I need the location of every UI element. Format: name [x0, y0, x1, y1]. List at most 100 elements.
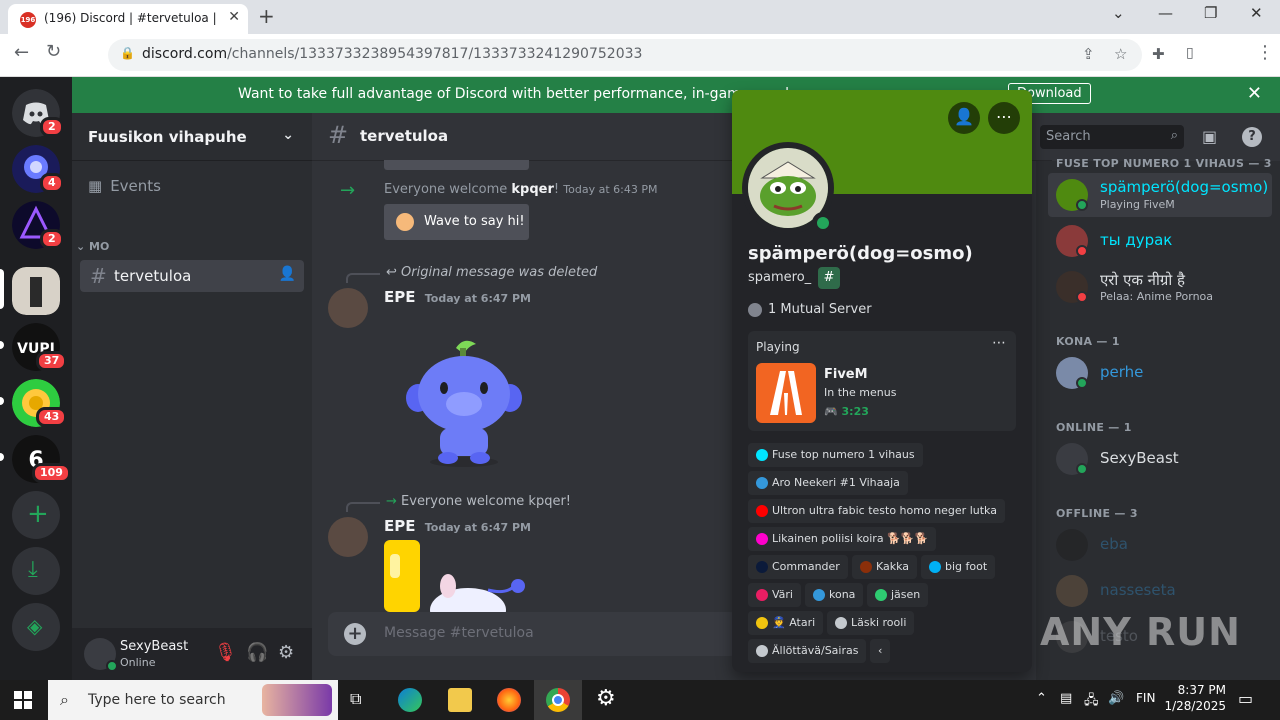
- role-chip[interactable]: Ultron ultra fabic testo homo neger lutk…: [748, 499, 1005, 523]
- server-icon-selected[interactable]: [12, 267, 60, 315]
- download-apps-button[interactable]: ⤓: [12, 547, 60, 595]
- member-item[interactable]: nasseseta: [1048, 569, 1272, 613]
- hashtag-badge-icon[interactable]: #: [818, 267, 840, 289]
- role-chip[interactable]: Likainen poliisi koira 🐕🐕🐕: [748, 527, 937, 551]
- category-header[interactable]: ⌄ MO: [76, 240, 109, 253]
- reply-preview[interactable]: → Everyone welcome kpqer!: [386, 494, 571, 509]
- file-explorer-icon[interactable]: [448, 688, 472, 712]
- member-item[interactable]: ты дурак: [1048, 219, 1272, 263]
- edge-icon[interactable]: [398, 688, 422, 712]
- search-input[interactable]: Search ⌕: [1040, 125, 1184, 149]
- bookmark-star-icon[interactable]: ☆: [1114, 45, 1127, 63]
- hash-icon: #: [328, 121, 349, 149]
- message-input-placeholder: Message #tervetuloa: [384, 625, 534, 641]
- member-item[interactable]: एरो एक नीग्रो है Pelaa: Anime Pornoa: [1048, 265, 1272, 309]
- message-author[interactable]: EPE Today at 6:47 PM: [384, 517, 531, 535]
- member-item[interactable]: spämperö(dog=osmo) Playing FiveM: [1048, 173, 1272, 217]
- mutual-servers[interactable]: 1 Mutual Server: [748, 302, 872, 317]
- role-chip[interactable]: Väri: [748, 583, 801, 607]
- server-icon[interactable]: 43: [12, 379, 68, 427]
- welcome-user[interactable]: kpqer: [511, 182, 554, 197]
- invite-member-icon[interactable]: 👤: [279, 266, 296, 282]
- events-item[interactable]: ▦ Events: [88, 177, 161, 195]
- notifications-icon[interactable]: ▭: [1238, 689, 1253, 708]
- close-tab-icon[interactable]: ✕: [228, 9, 240, 25]
- add-friend-icon[interactable]: 👤: [948, 102, 980, 134]
- more-options-icon[interactable]: ⋯: [992, 335, 1006, 351]
- server-icon[interactable]: 4: [12, 145, 64, 193]
- add-attachment-icon[interactable]: +: [344, 623, 366, 645]
- profile-avatar[interactable]: [742, 142, 834, 234]
- address-bar[interactable]: 🔒 discord.com/channels/13337332389543978…: [108, 39, 1142, 71]
- role-chip[interactable]: big foot: [921, 555, 996, 579]
- tab-title: (196) Discord | #tervetuloa | Fuusikon v…: [44, 11, 219, 25]
- chrome-menu-icon[interactable]: ⋮: [1256, 42, 1274, 63]
- extensions-icon[interactable]: ✚: [1152, 45, 1165, 63]
- network-icon[interactable]: 🖧: [1084, 691, 1099, 713]
- tray-chevron-icon[interactable]: ⌃: [1036, 691, 1047, 706]
- windows-start-icon[interactable]: [14, 691, 32, 709]
- role-chip[interactable]: kona: [805, 583, 864, 607]
- role-chip[interactable]: 👮 Atari: [748, 611, 824, 635]
- add-server-button[interactable]: +: [12, 491, 60, 539]
- help-icon[interactable]: ?: [1242, 127, 1262, 147]
- avatar[interactable]: [328, 517, 368, 557]
- new-tab-icon[interactable]: +: [258, 4, 275, 28]
- network-device-icon[interactable]: ▤: [1060, 691, 1072, 706]
- member-item[interactable]: eba: [1048, 523, 1272, 567]
- settings-gear-icon[interactable]: ⚙: [278, 642, 294, 663]
- role-chip[interactable]: Läski rooli: [827, 611, 915, 635]
- wave-button[interactable]: Wave to say hi!: [384, 204, 529, 240]
- reload-icon[interactable]: ↻: [46, 41, 61, 62]
- member-item[interactable]: SexyBeast: [1048, 437, 1272, 481]
- message-composer[interactable]: + Message #tervetuloa: [328, 612, 738, 656]
- close-window-icon[interactable]: ✕: [1250, 4, 1263, 22]
- member-item[interactable]: perhe: [1048, 351, 1272, 395]
- task-view-icon[interactable]: ⧉: [350, 689, 361, 709]
- volume-icon[interactable]: 🔊: [1108, 691, 1124, 706]
- windows-taskbar: ⌕ Type here to search ⧉ ⚙ ⌃ ▤ 🖧 🔊 FIN 8:…: [0, 680, 1280, 720]
- role-chip[interactable]: Kakka: [852, 555, 918, 579]
- wumpus-sticker[interactable]: [404, 336, 524, 468]
- explore-servers-button[interactable]: ◈: [12, 603, 60, 651]
- taskbar-search-input[interactable]: ⌕ Type here to search: [48, 680, 338, 720]
- tab-search-icon[interactable]: ⌄: [1112, 4, 1125, 22]
- share-icon[interactable]: ⇪: [1082, 45, 1095, 63]
- firefox-icon[interactable]: [497, 688, 521, 712]
- muted-microphone-icon[interactable]: 🎙: [214, 642, 237, 663]
- server-icon[interactable]: 6 109: [12, 435, 71, 483]
- reply-preview[interactable]: ↩ Original message was deleted: [386, 265, 597, 280]
- collapse-roles-icon[interactable]: ‹: [870, 639, 891, 663]
- channel-item-selected[interactable]: # tervetuloa 👤: [80, 260, 304, 292]
- member-name: एरो एक नीग्रो है: [1100, 271, 1185, 289]
- role-color-dot: [813, 589, 825, 601]
- restore-icon[interactable]: ❐: [1204, 4, 1217, 22]
- server-icon[interactable]: 2: [12, 201, 64, 249]
- direct-messages-button[interactable]: 2: [12, 89, 64, 137]
- browser-tab[interactable]: 196 (196) Discord | #tervetuloa | Fuusik…: [8, 4, 248, 34]
- side-panel-icon[interactable]: ▯: [1186, 45, 1194, 61]
- message-author[interactable]: EPE Today at 6:47 PM: [384, 288, 531, 306]
- server-icon[interactable]: VUPI 37: [12, 323, 68, 371]
- role-chip[interactable]: Ällöttävä/Sairas: [748, 639, 867, 663]
- role-chip[interactable]: Commander: [748, 555, 848, 579]
- avatar[interactable]: [328, 288, 368, 328]
- settings-gear-icon[interactable]: ⚙: [596, 686, 616, 711]
- close-banner-icon[interactable]: ✕: [1247, 83, 1262, 104]
- user-panel: SexyBeast Online 🎙 🎧 ⚙: [72, 628, 312, 680]
- role-chip[interactable]: Aro Neekeri #1 Vihaaja: [748, 471, 908, 495]
- role-chip[interactable]: Fuse top numero 1 vihaus: [748, 443, 923, 467]
- previous-wave-button[interactable]: [384, 160, 529, 170]
- guild-header[interactable]: Fuusikon vihapuhe ⌄: [72, 113, 312, 161]
- game-time: 3:23: [841, 405, 869, 418]
- more-options-icon[interactable]: ⋯: [988, 102, 1020, 134]
- minimize-icon[interactable]: —: [1158, 4, 1173, 22]
- sticker-image[interactable]: [384, 540, 534, 612]
- back-icon[interactable]: ←: [14, 42, 29, 63]
- headphones-icon[interactable]: 🎧: [246, 642, 268, 663]
- system-clock[interactable]: 8:37 PM 1/28/2025: [1162, 683, 1226, 713]
- input-language[interactable]: FIN: [1136, 691, 1155, 705]
- unread-badge: 37: [36, 351, 68, 371]
- inbox-icon[interactable]: ▣: [1202, 127, 1217, 146]
- role-chip[interactable]: jäsen: [867, 583, 929, 607]
